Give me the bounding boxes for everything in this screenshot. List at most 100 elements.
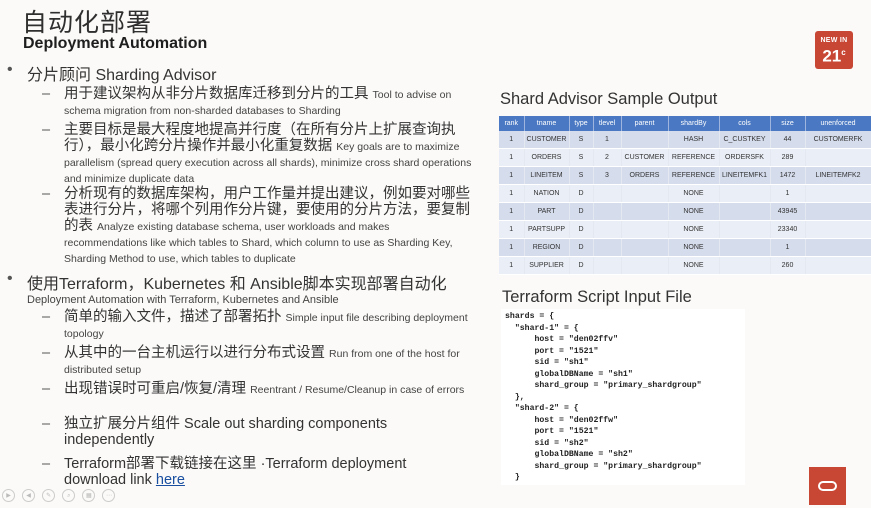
table-cell: 1 bbox=[499, 256, 525, 275]
table-cell: 23340 bbox=[770, 220, 806, 239]
oracle-logo-icon bbox=[809, 467, 846, 505]
table-cell bbox=[593, 220, 622, 239]
column-header-cols: cols bbox=[719, 116, 771, 131]
table-cell: 289 bbox=[770, 148, 806, 167]
table-cell bbox=[621, 238, 669, 257]
table-cell: NONE bbox=[668, 202, 720, 221]
table-cell: PARTSUPP bbox=[524, 220, 570, 239]
table-cell: LINEITEM bbox=[524, 166, 570, 185]
table-cell: LINEITEMFK1 bbox=[719, 166, 771, 185]
terraform-code-block: shards = { "shard-1" = { host = "den02ff… bbox=[501, 309, 745, 485]
list-item: – 主要目标是最大程度地提高并行度（在所有分片上扩展查询执行），最小化跨分片操作… bbox=[42, 122, 472, 185]
prev-icon[interactable]: ◀ bbox=[22, 489, 36, 502]
table-cell: ORDERS bbox=[524, 148, 570, 167]
table-cell bbox=[805, 148, 871, 167]
terraform-title: Terraform Script Input File bbox=[502, 288, 692, 306]
grid-icon[interactable]: ▦ bbox=[82, 489, 96, 502]
table-cell: NONE bbox=[668, 238, 720, 257]
table-cell: S bbox=[569, 166, 594, 185]
table-cell bbox=[805, 184, 871, 203]
table-cell bbox=[805, 202, 871, 221]
zoom-icon[interactable]: ⌕ bbox=[62, 489, 76, 502]
play-icon[interactable]: ▶ bbox=[2, 489, 15, 502]
list-item: – Terraform部署下载链接在这里 ·Terraform deployme… bbox=[42, 456, 407, 488]
table-cell: ORDERS bbox=[621, 166, 669, 185]
table-cell bbox=[621, 202, 669, 221]
slide-controls: ▶ ◀ ✎ ⌕ ▦ ⋯ bbox=[2, 489, 117, 503]
table-cell: 2 bbox=[593, 148, 622, 167]
table-cell: NONE bbox=[668, 220, 720, 239]
column-header-tlevel: tlevel bbox=[593, 116, 622, 131]
table-cell: CUSTOMER bbox=[524, 131, 570, 149]
table-cell bbox=[719, 184, 771, 203]
table-cell: D bbox=[569, 238, 594, 257]
bullet-dot-icon: • bbox=[7, 61, 13, 78]
table-cell bbox=[805, 238, 871, 257]
table-cell: C_CUSTKEY bbox=[719, 131, 771, 149]
pen-icon[interactable]: ✎ bbox=[42, 489, 56, 502]
table-cell bbox=[593, 184, 622, 203]
table-cell: 1 bbox=[499, 202, 525, 221]
table-cell: HASH bbox=[668, 131, 720, 149]
list-item: – 从其中的一台主机运行以进行分布式设置 Run from one of the… bbox=[42, 345, 460, 376]
column-header-tname: tname bbox=[524, 116, 570, 131]
table-cell: SUPPLIER bbox=[524, 256, 570, 275]
table-cell: NONE bbox=[668, 256, 720, 275]
table-cell: 3 bbox=[593, 166, 622, 185]
page-title-cn: 自动化部署 bbox=[22, 8, 153, 37]
table-cell: 1 bbox=[593, 131, 622, 149]
table-cell bbox=[621, 220, 669, 239]
table-cell bbox=[593, 202, 622, 221]
more-icon[interactable]: ⋯ bbox=[102, 489, 116, 502]
column-header-rank: rank bbox=[499, 116, 525, 131]
column-header-parent: parent bbox=[621, 116, 669, 131]
table-cell: CUSTOMERFK bbox=[805, 131, 871, 149]
table-cell: 1 bbox=[499, 166, 525, 185]
table-cell bbox=[593, 256, 622, 275]
table-cell: D bbox=[569, 256, 594, 275]
table-cell bbox=[719, 220, 771, 239]
table-cell: PART bbox=[524, 202, 570, 221]
table-row: 1 PARTSUPP D NONE 23340 bbox=[499, 220, 871, 239]
table-cell: 1 bbox=[770, 184, 806, 203]
table-cell bbox=[805, 220, 871, 239]
page-title-en: Deployment Automation bbox=[23, 35, 208, 52]
column-header-unenforced: unenforced bbox=[805, 116, 871, 131]
list-item: – 用于建议架构从非分片数据库迁移到分片的工具 Tool to advise o… bbox=[42, 86, 452, 117]
terraform-download-link[interactable]: here bbox=[156, 472, 185, 488]
table-cell bbox=[593, 238, 622, 257]
table-cell: D bbox=[569, 184, 594, 203]
list-item: – 出现错误时可重启/恢复/清理 Reentrant / Resume/Clea… bbox=[42, 381, 465, 397]
table-row: 1 PART D NONE 43945 bbox=[499, 202, 871, 221]
table-cell bbox=[621, 131, 669, 149]
badge-line1: NEW IN bbox=[820, 37, 848, 44]
table-cell: 1 bbox=[770, 238, 806, 257]
table-cell: 1 bbox=[499, 220, 525, 239]
table-cell bbox=[719, 256, 771, 275]
table-cell bbox=[621, 256, 669, 275]
table-cell: 1472 bbox=[770, 166, 806, 185]
table-row: 1 CUSTOMER S 1 HASH C_CUSTKEY 44 CUSTOMERFK bbox=[499, 131, 871, 149]
table-cell: NONE bbox=[668, 184, 720, 203]
table-cell: REGION bbox=[524, 238, 570, 257]
table-cell: D bbox=[569, 202, 594, 221]
bullet-sharding-advisor: • 分片顾问 Sharding Advisor bbox=[7, 61, 217, 84]
table-cell: 44 bbox=[770, 131, 806, 149]
column-header-size: size bbox=[770, 116, 806, 131]
table-header-row: rank tname type tlevel parent shardBy cols size… bbox=[499, 116, 871, 131]
table-row: 1 SUPPLIER D NONE 260 bbox=[499, 256, 871, 275]
table-body: 1 CUSTOMER S 1 HASH C_CUSTKEY 44 CUSTOMERFK 1 ORD… bbox=[499, 131, 871, 275]
table-cell: 1 bbox=[499, 238, 525, 257]
shard-advisor-table: rank tname type tlevel parent shardBy cols size… bbox=[499, 116, 871, 275]
table-cell: S bbox=[569, 148, 594, 167]
table-cell bbox=[719, 238, 771, 257]
table-cell: REFERENCE bbox=[668, 148, 720, 167]
table-cell: 1 bbox=[499, 148, 525, 167]
table-cell: NATION bbox=[524, 184, 570, 203]
bullet-dot-icon: • bbox=[7, 270, 13, 287]
table-cell bbox=[805, 256, 871, 275]
bullet-deployment-automation: • 使用Terraform，Kubernetes 和 Ansible脚本实现部署… bbox=[7, 270, 447, 306]
new-in-21c-badge: NEW IN 21c bbox=[815, 31, 853, 69]
list-item: – 独立扩展分片组件 Scale out sharding components… bbox=[42, 416, 388, 448]
table-row: 1 NATION D NONE 1 bbox=[499, 184, 871, 203]
